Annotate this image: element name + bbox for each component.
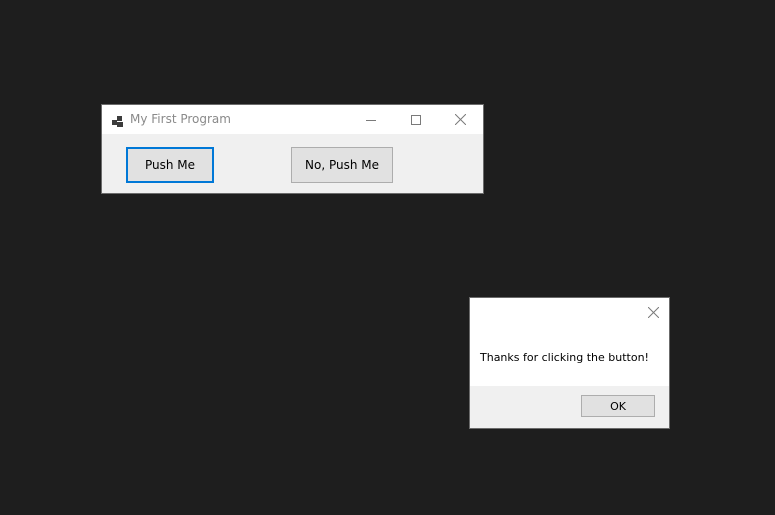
message-footer: OK [470,386,669,428]
desktop: My First Program Push Me No, Push Me Tha… [0,0,775,515]
window-title: My First Program [130,112,231,126]
no-push-me-button[interactable]: No, Push Me [291,147,393,183]
message-box: Thanks for clicking the button! OK [469,297,670,429]
close-icon [647,303,659,322]
message-close-button[interactable] [641,300,665,324]
close-icon [455,114,466,125]
minimize-icon [365,115,376,125]
message-text: Thanks for clicking the button! [480,351,649,364]
minimize-button[interactable] [348,105,393,134]
ok-button[interactable]: OK [581,395,655,417]
maximize-button[interactable] [393,105,438,134]
close-button[interactable] [438,105,483,134]
maximize-icon [410,114,421,125]
app-icon [112,113,124,127]
main-window: My First Program Push Me No, Push Me [101,104,484,194]
push-me-button[interactable]: Push Me [126,147,214,183]
title-bar[interactable]: My First Program [102,105,483,134]
